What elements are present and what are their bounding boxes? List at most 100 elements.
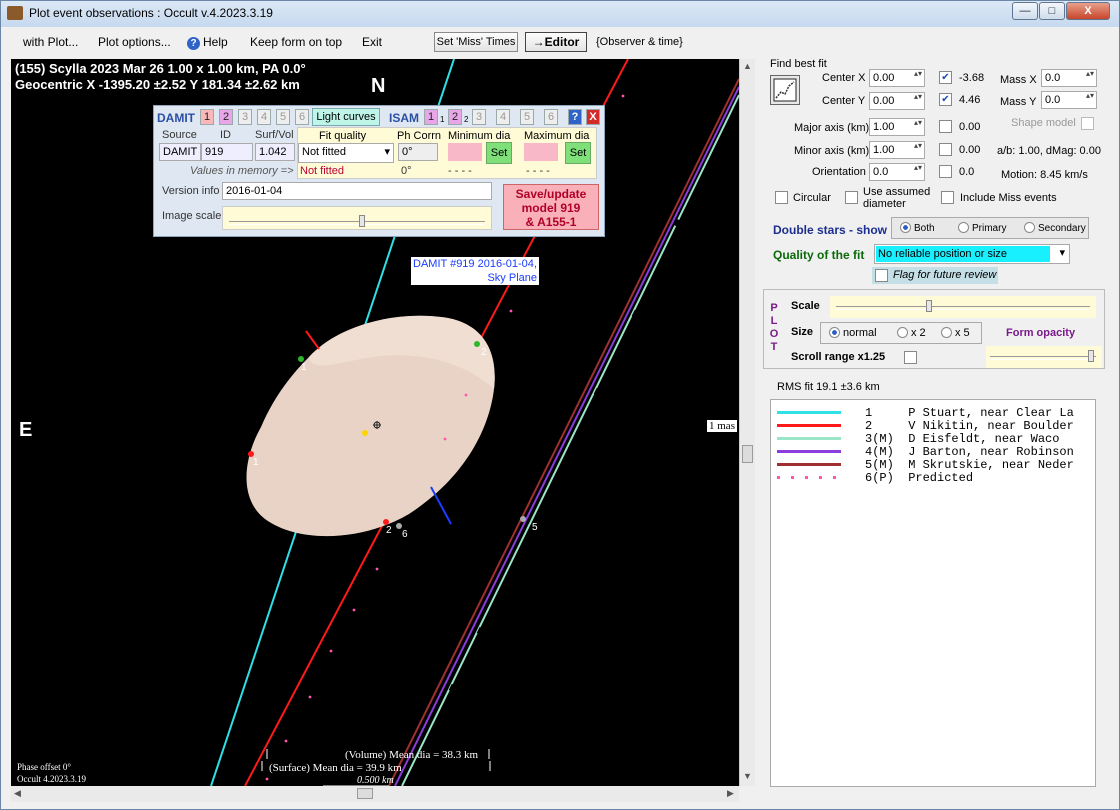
surfvol-field: 1.042 [255, 143, 295, 161]
version-info-field[interactable]: 2016-01-04 [222, 182, 492, 200]
mass-x-label: Mass X [1000, 74, 1037, 86]
save-update-button[interactable]: Save/update model 919 & A155-1 [503, 184, 599, 230]
orientation-checkbox[interactable] [939, 165, 952, 178]
find-best-fit-label: Find best fit [770, 58, 827, 70]
find-best-fit-button[interactable] [770, 75, 800, 105]
title-bar: Plot event observations : Occult v.4.202… [1, 1, 1119, 27]
diameter-label: diameter [863, 198, 906, 210]
major-axis-input[interactable]: 1.00 [869, 118, 925, 136]
size-x5-radio[interactable]: x 5 [941, 327, 970, 339]
axis-indicator-blue [430, 486, 452, 525]
radio-primary[interactable]: Primary [958, 222, 1006, 234]
flag-review-checkbox[interactable] [875, 269, 888, 282]
radio-icon [958, 222, 969, 233]
scale-label: Scale [791, 300, 820, 312]
size-normal-radio[interactable]: normal [829, 327, 877, 339]
help-icon: ? [187, 37, 200, 50]
plot-letter: O [769, 328, 779, 340]
mass-x-input[interactable]: 0.0 [1041, 69, 1097, 87]
radio-secondary[interactable]: Secondary [1024, 222, 1086, 234]
legend-row: 1 P Stuart, near Clear La [771, 406, 1097, 420]
close-button[interactable]: X [1066, 2, 1110, 20]
major-axis-fit: 0.00 [959, 121, 981, 133]
editor-button[interactable]: →Editor [525, 32, 587, 52]
center-y-checkbox[interactable]: ✔ [939, 93, 952, 106]
light-curves-button[interactable]: Light curves [312, 108, 380, 126]
radio-icon [829, 327, 840, 338]
isam-model-1-button[interactable]: 1 [424, 109, 438, 125]
center-x-input[interactable]: 0.00 [869, 69, 925, 87]
radio-both[interactable]: Both [900, 222, 935, 234]
plot-header-line2: Geocentric X -1395.20 ±2.52 Y 181.34 ±2.… [15, 77, 300, 92]
vertical-scroll-thumb[interactable] [742, 445, 753, 463]
set-miss-times-button[interactable]: Set 'Miss' Times [434, 32, 518, 52]
max-memory-value: - - - - [526, 165, 550, 177]
app-icon [7, 6, 23, 20]
damit-model-5-button[interactable]: 5 [276, 109, 290, 125]
fit-quality-select[interactable]: Not fitted ▾ [298, 143, 394, 163]
damit-model-2-button[interactable]: 2 [219, 109, 233, 125]
image-scale-slider[interactable] [222, 206, 492, 230]
shape-model-checkbox[interactable] [1081, 117, 1094, 130]
radio-icon [897, 327, 908, 338]
damit-model-4-button[interactable]: 4 [257, 109, 271, 125]
size-group: normal x 2 x 5 [820, 322, 982, 344]
damit-model-1-button[interactable]: 1 [200, 109, 214, 125]
col-min-dia: Minimum dia [448, 130, 511, 142]
minor-axis-checkbox[interactable] [939, 143, 952, 156]
form-opacity-slider[interactable] [986, 346, 1102, 368]
damit-model-3-button[interactable]: 3 [238, 109, 252, 125]
menu-exit[interactable]: Exit [362, 35, 382, 49]
center-x-checkbox[interactable]: ✔ [939, 71, 952, 84]
center-y-input[interactable]: 0.00 [869, 92, 925, 110]
include-miss-checkbox[interactable] [941, 191, 954, 204]
scale-thumb[interactable] [926, 300, 932, 312]
quality-fit-label: Quality of the fit [773, 248, 865, 262]
circular-checkbox[interactable] [775, 191, 788, 204]
plot-vertical-label: P L O T [769, 302, 779, 354]
maximize-button[interactable]: □ [1039, 2, 1065, 20]
plot-group: P L O T Scale Size normal x 2 x 5 Form o… [763, 289, 1105, 369]
plot-vertical-scrollbar[interactable]: ▲ ▼ [739, 59, 755, 786]
use-assumed-label: Use assumed [863, 186, 931, 198]
size-x2-radio[interactable]: x 2 [897, 327, 926, 339]
minor-axis-input[interactable]: 1.00 [869, 141, 925, 159]
orientation-input[interactable]: 0.0 [869, 163, 925, 181]
isam-model-2-button[interactable]: 2 [448, 109, 462, 125]
quality-fit-select[interactable]: No reliable position or size ▾ [874, 244, 1070, 264]
isam-model-4-button[interactable]: 4 [496, 109, 510, 125]
max-dia-field [524, 143, 558, 161]
menu-with-plot[interactable]: with Plot... [23, 35, 78, 49]
chevron-down-icon: ▾ [384, 146, 390, 158]
panel-close-button[interactable]: X [586, 109, 600, 125]
mass-y-input[interactable]: 0.0 [1041, 91, 1097, 109]
plot-letter: P [770, 302, 778, 314]
panel-help-button[interactable]: ? [568, 109, 582, 125]
damit-model-6-button[interactable]: 6 [295, 109, 309, 125]
major-axis-checkbox[interactable] [939, 120, 952, 133]
isam-model-5-button[interactable]: 5 [520, 109, 534, 125]
save-update-line1: Save/update [515, 187, 587, 201]
set-min-button[interactable]: Set [486, 142, 512, 164]
legend-swatch [777, 437, 841, 440]
chord-label: 2 [481, 347, 487, 358]
flag-review-label: Flag for future review [893, 269, 997, 281]
plot-horizontal-scrollbar[interactable]: ◀ ▶ [11, 786, 739, 802]
menu-plot-options[interactable]: Plot options... [98, 35, 171, 49]
isam-model-3-button[interactable]: 3 [472, 109, 486, 125]
set-max-button[interactable]: Set [565, 142, 591, 164]
surface-dia: (Surface) Mean dia = 39.9 km [269, 762, 402, 774]
isam-model-6-button[interactable]: 6 [544, 109, 558, 125]
scale-slider[interactable] [830, 296, 1096, 318]
scale-km: 0.500 km [357, 775, 394, 786]
menu-keep-on-top[interactable]: Keep form on top [250, 35, 342, 49]
minimize-button[interactable]: — [1012, 2, 1038, 20]
menu-help[interactable]: ? Help [187, 35, 228, 50]
legend-swatch [777, 450, 841, 453]
use-assumed-checkbox[interactable] [845, 191, 858, 204]
save-update-line3: & A155-1 [525, 215, 577, 229]
scroll-range-checkbox[interactable] [904, 351, 917, 364]
horizontal-scroll-thumb[interactable] [357, 788, 373, 799]
form-opacity-thumb[interactable] [1088, 350, 1094, 362]
image-scale-thumb[interactable] [359, 215, 365, 227]
